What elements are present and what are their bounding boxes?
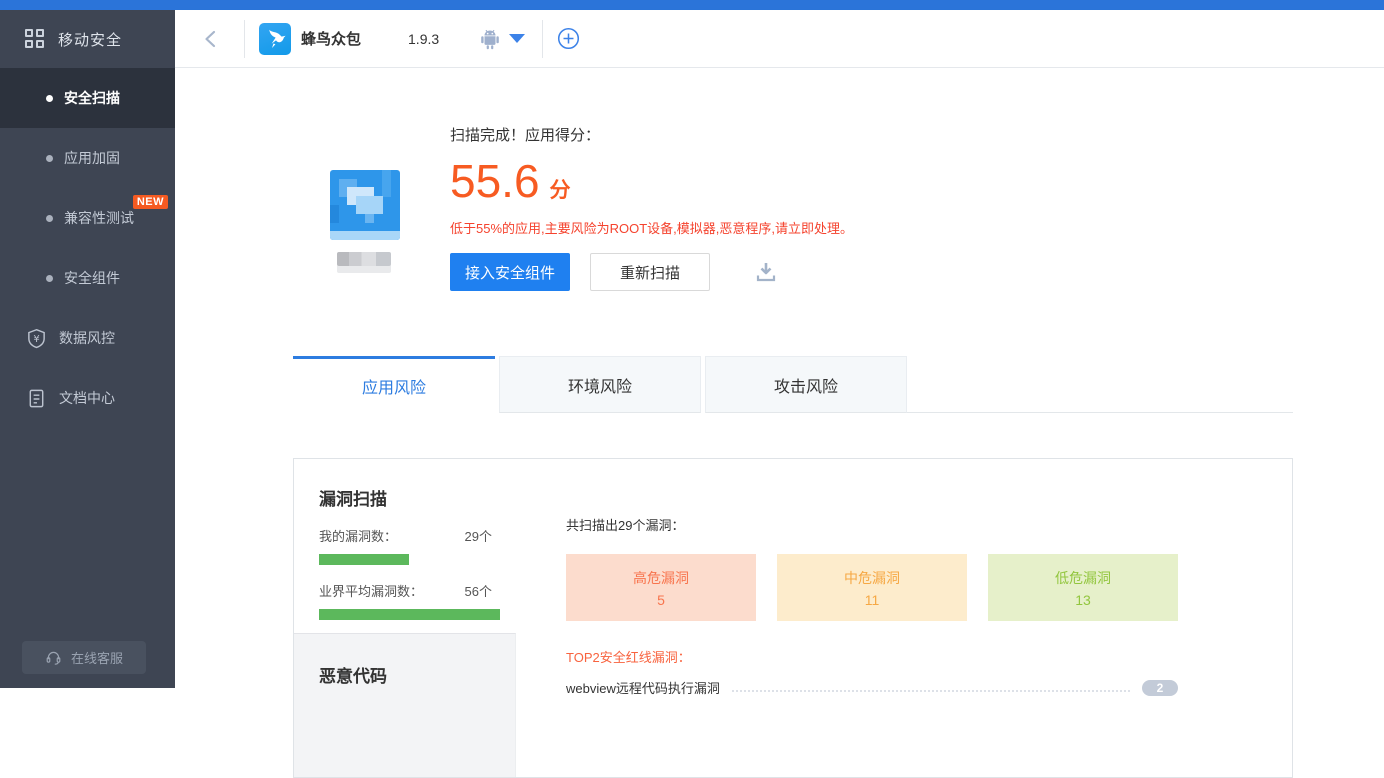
app-name: 蜂鸟众包 xyxy=(301,31,362,48)
section-malicious-code[interactable]: 恶意代码 xyxy=(294,633,516,777)
sidebar-item-label: 兼容性测试 xyxy=(64,210,134,226)
sidebar-item-label: 安全组件 xyxy=(64,270,120,286)
score-unit: 分 xyxy=(549,179,571,202)
low-risk-count: 13 xyxy=(1075,591,1091,608)
section-vuln-scan: 漏洞扫描 我的漏洞数： 29个 业界平均漏洞数： 56个 xyxy=(294,459,516,633)
industry-vuln-bar xyxy=(319,609,500,620)
sidebar-item-doc-center[interactable]: 文档中心 xyxy=(0,368,175,428)
rescan-button[interactable]: 重新扫描 xyxy=(590,253,710,292)
dotted-leader xyxy=(731,689,1130,692)
tab-app-risk[interactable]: 应用风险 xyxy=(293,356,495,413)
bullet-icon xyxy=(46,154,53,162)
platform-dropdown-caret-icon[interactable] xyxy=(509,34,526,43)
tab-environment-risk[interactable]: 环境风险 xyxy=(499,356,701,413)
low-risk-label: 低危漏洞 xyxy=(1055,569,1111,586)
sidebar-item-label: 文档中心 xyxy=(59,390,115,406)
risk-tabs: 应用风险 环境风险 攻击风险 xyxy=(293,356,1293,413)
header: 蜂鸟众包 1.9.3 xyxy=(175,10,1384,68)
back-button[interactable] xyxy=(203,30,219,48)
sidebar-item-app-hardening[interactable]: 应用加固 xyxy=(0,128,175,188)
online-support-label: 在线客服 xyxy=(70,651,123,666)
top-accent-bar xyxy=(0,0,1384,10)
headset-icon xyxy=(46,651,61,665)
low-risk-box[interactable]: 低危漏洞 13 xyxy=(988,554,1178,621)
sidebar-item-label: 安全扫描 xyxy=(64,90,120,106)
new-badge: NEW xyxy=(132,195,168,209)
sidebar-item-data-risk-control[interactable]: ¥ 数据风控 xyxy=(0,308,175,368)
shield-yuan-icon: ¥ xyxy=(28,328,45,348)
score-warning: 低于55%的应用,主要风险为ROOT设备,模拟器,恶意程序,请立即处理。 xyxy=(450,221,854,237)
industry-vuln-label: 业界平均漏洞数： xyxy=(319,584,424,599)
vuln-detail: 共扫描出29个漏洞： 高危漏洞 5 中危漏洞 11 低危漏洞 13 TOP2安全… xyxy=(566,459,1178,697)
medium-risk-count: 11 xyxy=(864,591,880,608)
brand-label: 移动安全 xyxy=(58,31,123,49)
vulnerability-card: 漏洞扫描 我的漏洞数： 29个 业界平均漏洞数： 56个 恶意代码 共扫描出29… xyxy=(293,458,1293,778)
high-risk-box[interactable]: 高危漏洞 5 xyxy=(566,554,756,621)
main-content: 扫描完成！应用得分： 55.6 分 低于55%的应用,主要风险为ROOT设备,模… xyxy=(175,68,1384,778)
tabs-underline xyxy=(907,356,1293,413)
bullet-icon xyxy=(46,274,53,282)
high-risk-label: 高危漏洞 xyxy=(633,569,689,586)
app-version: 1.9.3 xyxy=(408,30,440,47)
vuln-summary: 共扫描出29个漏洞： xyxy=(566,518,685,533)
sidebar-item-label: 应用加固 xyxy=(64,150,120,166)
hummingbird-glyph xyxy=(269,29,286,48)
sidebar-item-compatibility-test[interactable]: 兼容性测试 NEW xyxy=(0,188,175,248)
android-icon[interactable] xyxy=(478,28,502,50)
tab-attack-risk[interactable]: 攻击风险 xyxy=(705,356,907,413)
my-vuln-bar xyxy=(319,554,409,565)
header-divider xyxy=(542,19,544,58)
add-app-button[interactable] xyxy=(557,27,580,50)
brand[interactable]: 移动安全 xyxy=(0,10,175,68)
scanned-app-name-pixelated xyxy=(337,252,391,266)
app-logo-hummingbird-icon xyxy=(259,22,291,55)
high-risk-count: 5 xyxy=(657,591,665,608)
my-vuln-label: 我的漏洞数： xyxy=(319,529,398,544)
header-divider xyxy=(244,19,245,58)
section-vuln-scan-title[interactable]: 漏洞扫描 xyxy=(319,485,492,510)
sidebar: 移动安全 安全扫描 应用加固 兼容性测试 NEW 安全组件 ¥ 数据风控 文档中… xyxy=(0,10,175,688)
chevron-left-icon xyxy=(205,30,216,47)
medium-risk-label: 中危漏洞 xyxy=(844,569,900,586)
industry-vuln-value: 56个 xyxy=(464,584,492,599)
score-value: 55.6 xyxy=(450,155,540,207)
score-value-row: 55.6 分 xyxy=(450,155,853,207)
grid-icon xyxy=(25,29,45,49)
top-redline-title: TOP2安全红线漏洞： xyxy=(566,650,691,665)
bullet-icon xyxy=(46,94,53,102)
sidebar-item-label: 数据风控 xyxy=(59,330,115,346)
severity-boxes: 高危漏洞 5 中危漏洞 11 低危漏洞 13 xyxy=(566,554,1178,621)
score-actions: 接入安全组件 重新扫描 xyxy=(450,253,853,292)
industry-vuln-row: 业界平均漏洞数： 56个 xyxy=(319,581,492,600)
svg-text:¥: ¥ xyxy=(33,333,39,344)
bullet-icon xyxy=(46,214,53,222)
my-vuln-value: 29个 xyxy=(464,529,492,544)
download-report-icon[interactable] xyxy=(754,260,778,284)
connect-security-component-button[interactable]: 接入安全组件 xyxy=(450,253,570,292)
scan-result-title: 扫描完成！应用得分： xyxy=(450,127,601,144)
my-vuln-row: 我的漏洞数： 29个 xyxy=(319,526,492,545)
medium-risk-box[interactable]: 中危漏洞 11 xyxy=(777,554,967,621)
scanned-app-icon-pixelated xyxy=(330,170,400,240)
sidebar-item-security-component[interactable]: 安全组件 xyxy=(0,248,175,308)
scan-result: 扫描完成！应用得分： 55.6 分 低于55%的应用,主要风险为ROOT设备,模… xyxy=(450,124,854,292)
online-support-button[interactable]: 在线客服 xyxy=(22,641,146,674)
card-section-menu: 漏洞扫描 我的漏洞数： 29个 业界平均漏洞数： 56个 恶意代码 xyxy=(294,459,516,777)
document-icon xyxy=(29,389,44,407)
sidebar-item-security-scan[interactable]: 安全扫描 xyxy=(0,68,175,128)
section-malicious-code-title: 恶意代码 xyxy=(319,667,387,686)
